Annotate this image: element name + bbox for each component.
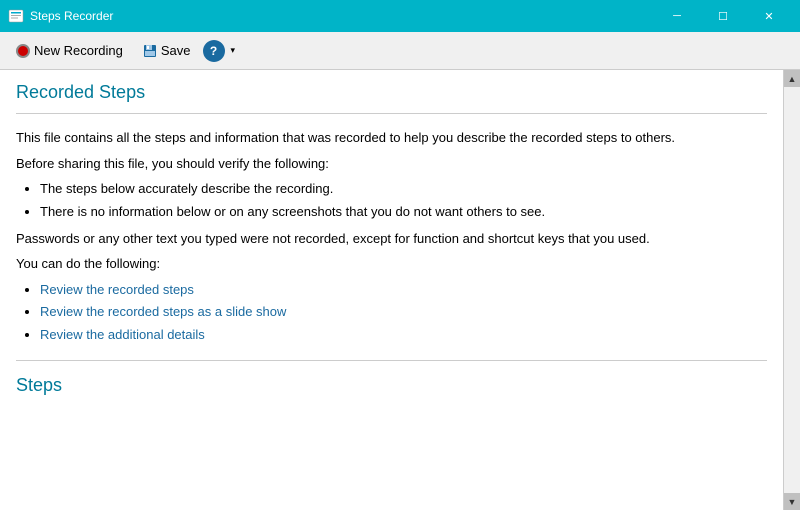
review-steps-link[interactable]: Review the recorded steps bbox=[40, 282, 194, 297]
verify-item-2: There is no information below or on any … bbox=[40, 202, 767, 223]
verify-item-1: The steps below accurately describe the … bbox=[40, 179, 767, 200]
password-note: Passwords or any other text you typed we… bbox=[16, 229, 767, 249]
intro-paragraph-2: Before sharing this file, you should ver… bbox=[16, 154, 767, 174]
save-label: Save bbox=[161, 43, 191, 58]
title-bar-left: Steps Recorder bbox=[8, 8, 113, 24]
can-do-label: You can do the following: bbox=[16, 254, 767, 274]
close-button[interactable]: ✕ bbox=[746, 0, 792, 32]
window-controls: ─ ☐ ✕ bbox=[654, 0, 792, 32]
app-title: Steps Recorder bbox=[30, 9, 113, 23]
help-label: ? bbox=[210, 44, 217, 58]
new-recording-button[interactable]: New Recording bbox=[8, 37, 131, 65]
action-link-item-3: Review the additional details bbox=[40, 325, 767, 346]
app-icon bbox=[8, 8, 24, 24]
maximize-button[interactable]: ☐ bbox=[700, 0, 746, 32]
recorded-steps-heading: Recorded Steps bbox=[16, 82, 767, 103]
toolbar: New Recording Save ? ▾ bbox=[0, 32, 800, 70]
verify-list: The steps below accurately describe the … bbox=[40, 179, 767, 223]
action-links-list: Review the recorded steps Review the rec… bbox=[40, 280, 767, 346]
record-icon bbox=[16, 44, 30, 58]
top-divider bbox=[16, 113, 767, 114]
review-slideshow-link[interactable]: Review the recorded steps as a slide sho… bbox=[40, 304, 286, 319]
scrollbar: ▲ ▼ bbox=[783, 70, 800, 510]
content-area: Recorded Steps This file contains all th… bbox=[0, 70, 783, 510]
save-button[interactable]: Save bbox=[135, 37, 199, 65]
scroll-track[interactable] bbox=[784, 87, 800, 493]
save-icon bbox=[143, 44, 157, 58]
main-content: Recorded Steps This file contains all th… bbox=[0, 70, 800, 510]
action-link-item-1: Review the recorded steps bbox=[40, 280, 767, 301]
review-details-link[interactable]: Review the additional details bbox=[40, 327, 205, 342]
bottom-divider bbox=[16, 360, 767, 361]
help-dropdown-arrow[interactable]: ▾ bbox=[229, 43, 238, 58]
help-button[interactable]: ? bbox=[203, 40, 225, 62]
minimize-button[interactable]: ─ bbox=[654, 0, 700, 32]
new-recording-label: New Recording bbox=[34, 43, 123, 58]
action-link-item-2: Review the recorded steps as a slide sho… bbox=[40, 302, 767, 323]
steps-section-heading: Steps bbox=[16, 375, 767, 396]
intro-paragraph-1: This file contains all the steps and inf… bbox=[16, 128, 767, 148]
scroll-up-button[interactable]: ▲ bbox=[784, 70, 800, 87]
title-bar: Steps Recorder ─ ☐ ✕ bbox=[0, 0, 800, 32]
scroll-down-button[interactable]: ▼ bbox=[784, 493, 800, 510]
